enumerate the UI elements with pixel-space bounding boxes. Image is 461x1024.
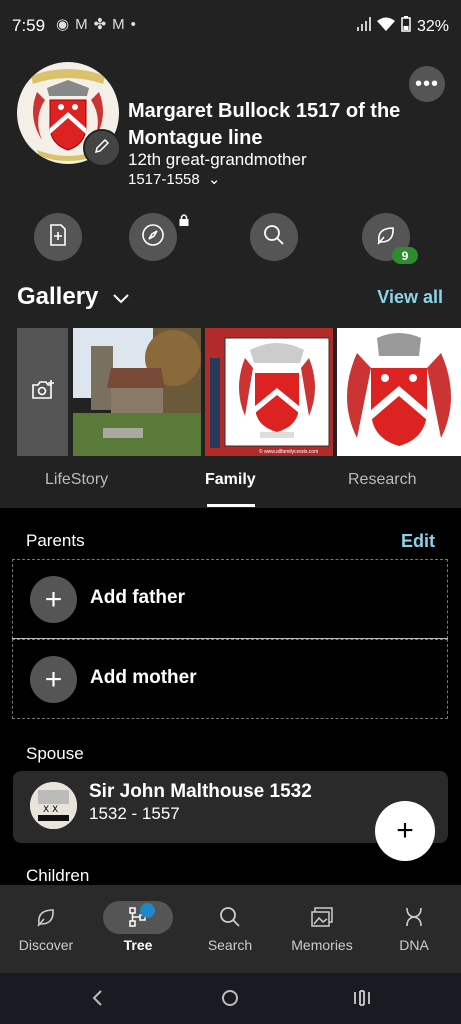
add-record-button[interactable]	[34, 213, 82, 261]
gallery-label: Gallery	[17, 283, 99, 310]
search-records-button[interactable]	[250, 213, 298, 261]
plus-icon: +	[396, 814, 414, 847]
gmail-icon: M	[75, 16, 94, 33]
person-name: Margaret Bullock 1517 of the Montague li…	[128, 100, 401, 149]
nav-memories[interactable]: Memories	[276, 885, 368, 973]
dna-icon	[399, 903, 429, 931]
status-bar: 7:59 ◉M✤M• 32%	[0, 0, 461, 52]
photos-icon	[307, 903, 337, 931]
status-time: 7:59	[12, 16, 46, 35]
gallery-crest-1[interactable]: © www.allfamilycrests.com	[205, 328, 333, 456]
parents-heading: Parents	[26, 531, 85, 550]
back-icon[interactable]	[90, 989, 104, 1012]
view-all-link[interactable]: View all	[377, 287, 443, 308]
person-dates[interactable]: 1517-1558 ⌄	[128, 170, 220, 188]
battery-icon	[401, 16, 411, 37]
add-fab-button[interactable]: +	[375, 801, 435, 861]
app-icon: ◉	[56, 16, 76, 33]
spouse-avatar: X X	[30, 782, 77, 829]
children-heading: Children	[26, 866, 90, 885]
nav-search[interactable]: Search	[184, 885, 276, 973]
explore-button[interactable]	[129, 213, 177, 261]
bottom-navigation: Discover Tree Search Memories DNA	[0, 885, 461, 973]
edit-parents-link[interactable]: Edit	[401, 531, 435, 552]
lifespan: 1517-1558	[128, 171, 200, 188]
signal-icon	[356, 17, 371, 36]
chevron-down-icon: ⌄	[207, 171, 221, 188]
chevron-down-icon	[113, 283, 129, 310]
edit-photo-button[interactable]	[83, 129, 121, 167]
dot-icon: •	[130, 16, 142, 33]
nav-label: Memories	[291, 937, 353, 953]
home-icon[interactable]	[221, 989, 239, 1012]
gmail-icon: M	[112, 16, 131, 33]
nav-label: Search	[207, 937, 253, 953]
wifi-icon	[376, 17, 395, 36]
leaf-icon	[375, 224, 397, 251]
leaf-icon	[31, 903, 61, 931]
active-tab-indicator	[207, 504, 255, 507]
search-icon	[263, 224, 285, 251]
lock-icon	[178, 213, 190, 232]
spouse-heading: Spouse	[26, 744, 84, 763]
search-icon	[215, 903, 245, 931]
add-father-row[interactable]: + Add father	[12, 559, 448, 639]
notification-dot	[140, 903, 155, 918]
plus-icon: +	[30, 656, 77, 703]
gallery-photo-church[interactable]	[73, 328, 201, 456]
svg-text:X X: X X	[43, 805, 58, 815]
add-mother-row[interactable]: + Add mother	[12, 639, 448, 719]
status-right: 32%	[356, 16, 449, 37]
compass-icon	[141, 223, 165, 252]
nav-tree[interactable]: Tree	[92, 885, 184, 973]
battery-level: 32%	[416, 17, 449, 35]
tab-lifestory[interactable]: LifeStory	[45, 471, 108, 489]
recents-icon[interactable]	[352, 989, 372, 1012]
add-document-icon	[48, 223, 68, 251]
plus-icon: +	[30, 576, 77, 623]
add-father-label: Add father	[90, 587, 185, 608]
more-options-button[interactable]: •••	[409, 66, 445, 102]
more-icon: •••	[414, 72, 439, 95]
nav-dna[interactable]: DNA	[368, 885, 460, 973]
pinwheel-icon: ✤	[93, 16, 113, 33]
nav-label: DNA	[399, 937, 429, 953]
tab-research[interactable]: Research	[348, 471, 416, 489]
add-photo-button[interactable]	[17, 328, 68, 456]
crest-watermark: © www.allfamilycrests.com	[259, 449, 319, 455]
spouse-dates: 1532 - 1557	[89, 804, 180, 823]
nav-label: Tree	[123, 937, 153, 953]
spouse-name: Sir John Malthouse 1532	[89, 781, 312, 802]
pencil-icon	[94, 138, 110, 159]
add-photo-icon	[31, 379, 55, 405]
gallery-title[interactable]: Gallery	[17, 283, 129, 311]
gallery-crest-2[interactable]	[337, 328, 461, 456]
nav-label: Discover	[18, 937, 74, 953]
nav-discover[interactable]: Discover	[0, 885, 92, 973]
person-relation: 12th great-grandmother	[128, 150, 307, 169]
tab-family[interactable]: Family	[205, 471, 256, 489]
add-mother-label: Add mother	[90, 667, 197, 688]
notification-icons: ◉M✤M•	[56, 15, 142, 33]
system-navigation-bar	[0, 973, 461, 1024]
hints-count-badge: 9	[392, 247, 418, 264]
